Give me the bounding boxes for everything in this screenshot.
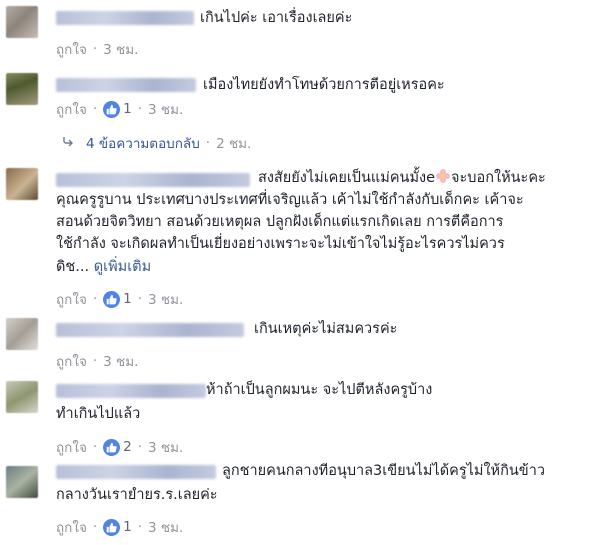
comment-timestamp[interactable]: 3 ชม. xyxy=(148,436,183,458)
comment-text-line: ใช้กำลัง จะเกิดผลทำเป็นเยี่ยงอย่างเพราะจ… xyxy=(56,236,505,252)
comment-text: เกินเหตุค่ะไม่สมควรค่ะ xyxy=(254,321,398,337)
comment-timestamp[interactable]: 3 ชม. xyxy=(148,98,183,120)
like-button[interactable]: ถูกใจ xyxy=(56,38,87,60)
avatar[interactable] xyxy=(6,168,38,200)
comment-text: ลูกชายคนกลางทีอนุบาล3เขียนไม่ได้ครูไม่ให… xyxy=(222,463,545,479)
like-count[interactable]: 1 xyxy=(123,519,132,535)
comment-text-line: กลางวันเรายํายร.ร.เลยค่ะ xyxy=(56,487,218,503)
commenter-name-blurred[interactable] xyxy=(56,465,216,479)
comment-actions: ถูกใจ · 2 · 3 ชม. xyxy=(56,436,183,458)
comment-timestamp[interactable]: 3 ชม. xyxy=(148,288,183,310)
comment-actions: ถูกใจ · 1 · 3 ชม. xyxy=(56,516,183,538)
like-count[interactable]: 1 xyxy=(123,291,132,307)
commenter-name-blurred[interactable] xyxy=(56,384,206,398)
comment-text: เมืองไทยยังทำโทษด้วยการตีอยู่เหรอคะ xyxy=(203,77,445,93)
comment-text: สงสัยยังไม่เคยเป็นแม่คนมั้งe จะบอกให้นะคะ xyxy=(258,167,546,191)
thumbs-up-icon xyxy=(103,290,121,308)
like-button[interactable]: ถูกใจ xyxy=(56,98,87,120)
reply-arrow-icon xyxy=(62,135,74,151)
commenter-name-blurred[interactable] xyxy=(56,323,244,337)
like-button[interactable]: ถูกใจ xyxy=(56,516,87,538)
thumbs-up-icon xyxy=(103,438,121,456)
comment-timestamp[interactable]: 3 ชม. xyxy=(148,516,183,538)
like-count[interactable]: 2 xyxy=(123,439,132,455)
like-button[interactable]: ถูกใจ xyxy=(56,288,87,310)
comment-actions: ถูกใจ · 1 · 3 ชม. xyxy=(56,288,183,310)
comment-actions: ถูกใจ · 1 · 3 ชม. xyxy=(56,98,183,120)
thumbs-up-icon xyxy=(103,518,121,536)
comment-text-line: ดิช... ดูเพิ่มเติม xyxy=(56,259,152,275)
comment-actions: ถูกใจ · 3 ชม. xyxy=(56,38,138,60)
avatar[interactable] xyxy=(6,466,38,498)
view-replies-link[interactable]: 4 ข้อความตอบกลับ · 2 ชม. xyxy=(62,132,251,154)
comment-text-line: สอนด้วยจิตวิทยา สอนด้วยเหตุผล ปลูกฝังเด็… xyxy=(56,214,504,230)
comment-text-line: ทำเกินไปแล้ว xyxy=(56,406,141,422)
like-count[interactable]: 1 xyxy=(123,101,132,117)
comment-timestamp[interactable]: 3 ชม. xyxy=(103,350,138,372)
comment-text: ห้าถ้าเป็นลูกผมนะ จะไปตีหลังครูบ้าง xyxy=(206,382,433,398)
avatar[interactable] xyxy=(6,6,38,38)
avatar[interactable] xyxy=(6,73,38,105)
thumbs-up-icon xyxy=(103,100,121,118)
like-button[interactable]: ถูกใจ xyxy=(56,350,87,372)
comment-timestamp[interactable]: 3 ชม. xyxy=(103,38,138,60)
comment-text: เกินไปค่ะ เอาเรื่องเลยค่ะ xyxy=(200,10,353,26)
flower-emoji-icon xyxy=(435,168,451,191)
see-more-link[interactable]: ดูเพิ่มเติม xyxy=(94,259,151,275)
commenter-name-blurred[interactable] xyxy=(56,173,250,187)
commenter-name-blurred[interactable] xyxy=(56,78,196,92)
avatar[interactable] xyxy=(6,318,38,350)
comment-actions: ถูกใจ · 3 ชม. xyxy=(56,350,138,372)
replies-timestamp[interactable]: 2 ชม. xyxy=(216,132,251,154)
avatar[interactable] xyxy=(6,381,38,413)
like-button[interactable]: ถูกใจ xyxy=(56,436,87,458)
commenter-name-blurred[interactable] xyxy=(56,11,194,25)
comment-text-line: คุณครูรูบาน ประเทศบางประเทศที่เจริญแล้ว … xyxy=(56,192,524,208)
replies-count-label[interactable]: 4 ข้อความตอบกลับ xyxy=(86,132,200,154)
